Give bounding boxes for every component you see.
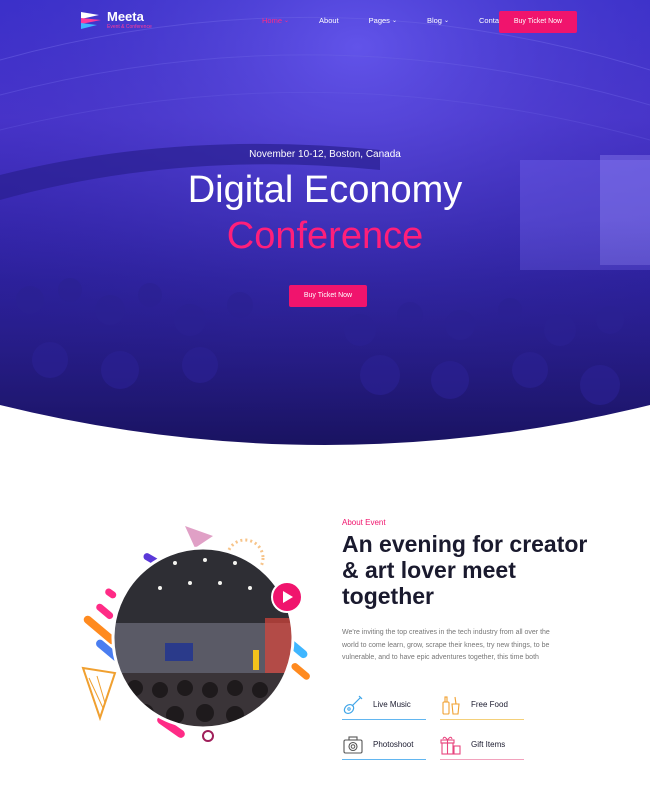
- nav-item-label: Home: [262, 16, 283, 25]
- nav-item-home[interactable]: Home ⌄: [262, 16, 289, 25]
- section-description: We're inviting the top creatives in the …: [342, 629, 550, 661]
- section-title: An evening for creator & art lover meet …: [342, 531, 588, 609]
- feature-photoshoot: Photoshoot: [342, 730, 426, 760]
- triangle-decoration: [185, 526, 213, 548]
- feature-label: Free Food: [471, 700, 508, 709]
- logo-icon: [81, 12, 101, 29]
- logo-title: Meeta: [107, 8, 144, 24]
- logo-tagline: Event & Conference: [107, 23, 152, 30]
- guitar-icon: [343, 695, 363, 714]
- feature-label: Live Music: [373, 700, 411, 709]
- feature-free-food: Free Food: [440, 690, 524, 720]
- hero-section: Meeta Event & Conference Home ⌄ About Pa…: [0, 0, 650, 470]
- hero-bottom-curve: [0, 405, 650, 470]
- feature-gift-items: Gift Items: [440, 730, 524, 760]
- chevron-down-icon: ⌄: [443, 18, 450, 24]
- nav-item-pages[interactable]: Pages ⌄: [369, 16, 397, 25]
- logo[interactable]: Meeta Event & Conference: [80, 9, 152, 31]
- hero-title-line1: Digital Economy: [187, 169, 463, 211]
- nav-item-label: Pages: [368, 16, 390, 25]
- page: Meeta Event & Conference Home ⌄ About Pa…: [0, 0, 650, 800]
- feature-label: Photoshoot: [373, 740, 414, 749]
- chevron-down-icon: ⌄: [284, 18, 290, 24]
- nav-item-label: Blog: [426, 16, 442, 25]
- drinks-icon: [442, 695, 460, 715]
- logo-text: Meeta Event & Conference: [107, 10, 152, 31]
- gift-icon: [440, 736, 461, 755]
- top-navbar: Meeta Event & Conference Home ⌄ About Pa…: [0, 0, 650, 44]
- play-video-button[interactable]: [271, 581, 303, 613]
- hero-title-line2: Conference: [226, 215, 424, 257]
- main-menu: Home ⌄ About Pages ⌄ Blog ⌄ Contact: [262, 16, 535, 25]
- nav-item-about[interactable]: About: [319, 16, 339, 25]
- feature-live-music: Live Music: [342, 690, 426, 720]
- chevron-down-icon: ⌄: [391, 18, 397, 24]
- nav-item-label: About: [319, 16, 339, 25]
- about-illustration: [81, 526, 310, 742]
- section-kicker: About Event: [342, 518, 386, 527]
- feature-label: Gift Items: [471, 740, 506, 749]
- event-date-location: November 10-12, Boston, Canada: [249, 149, 401, 160]
- buy-ticket-button[interactable]: Buy Ticket Now: [499, 11, 577, 33]
- hero-buy-ticket-button[interactable]: Buy Ticket Now: [289, 285, 367, 307]
- camera-icon: [343, 735, 363, 754]
- nav-item-blog[interactable]: Blog ⌄: [427, 16, 449, 25]
- event-photo: [113, 548, 293, 728]
